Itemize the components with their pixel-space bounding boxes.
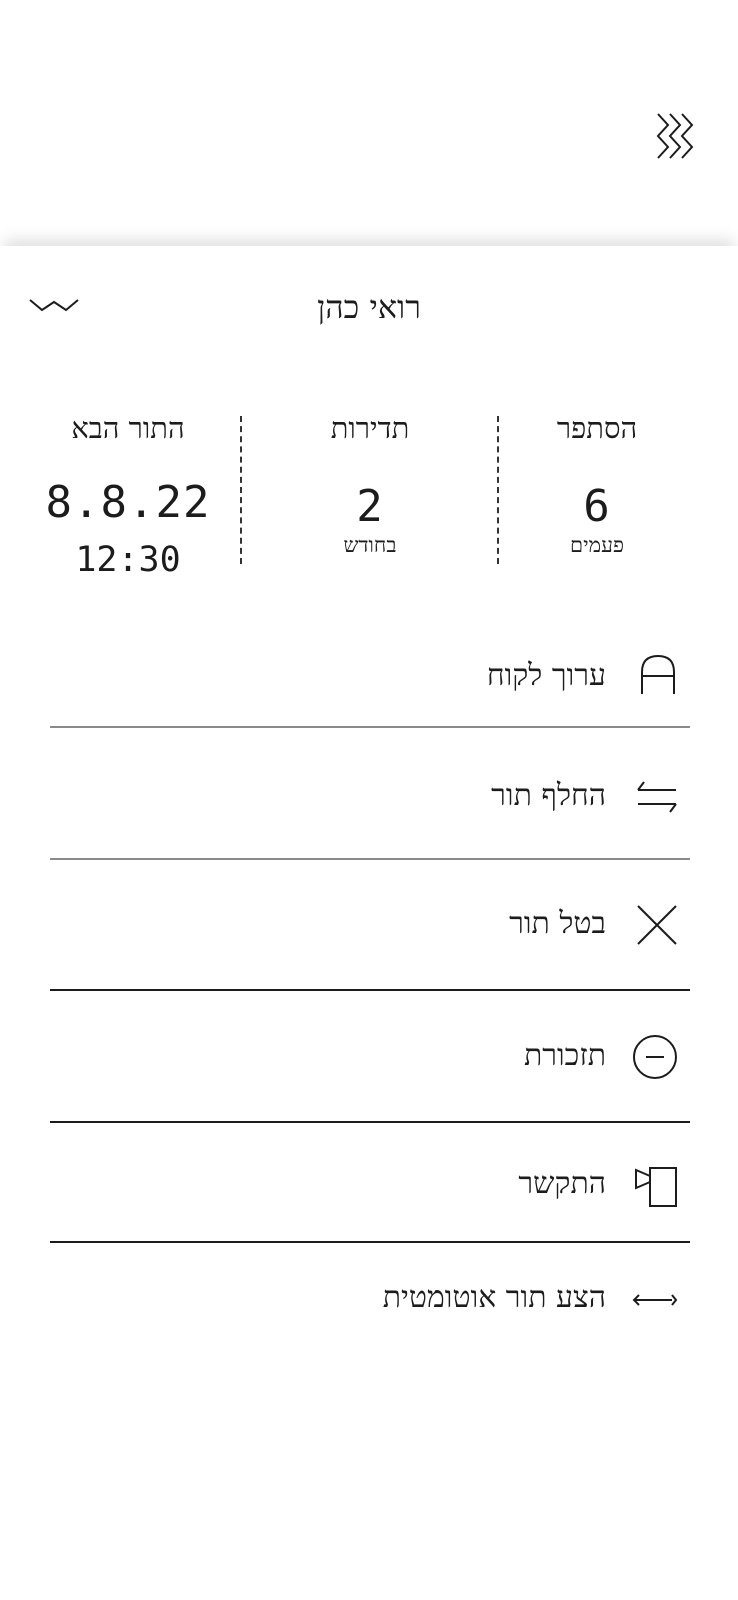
edit-customer-icon	[638, 652, 678, 700]
reminder-button[interactable]: תזכורת	[50, 1020, 690, 1100]
row-divider	[50, 1241, 690, 1243]
stat-frequency: תדירות 2 בחודש	[270, 408, 470, 558]
top-area	[0, 0, 738, 246]
menu-icon[interactable]	[650, 112, 702, 168]
reminder-icon	[632, 1034, 678, 1084]
stat-unit: בחודש	[343, 533, 397, 557]
row-divider	[50, 858, 690, 860]
action-label: החלף תור	[491, 778, 606, 813]
chevron-down-icon[interactable]	[28, 294, 82, 322]
stat-value: 6	[583, 481, 611, 532]
action-label: ערוך לקוח	[486, 658, 606, 693]
cancel-appointment-button[interactable]: בטל תור	[50, 890, 690, 970]
stat-divider	[497, 416, 499, 564]
stat-next-appointment[interactable]: התור הבא 8.8.22 12:30	[28, 408, 228, 582]
row-divider	[50, 726, 690, 728]
next-appointment-time: 12:30	[75, 540, 181, 580]
stat-haircuts: הסתפר 6 פעמים	[497, 408, 697, 558]
customer-name: רואי כהן	[317, 288, 421, 326]
auto-suggest-icon	[630, 1292, 678, 1312]
stat-unit: פעמים	[570, 533, 624, 557]
call-icon	[634, 1166, 678, 1212]
auto-suggest-button[interactable]: הצע תור אוטומטית	[50, 1270, 690, 1340]
action-label: בטל תור	[509, 906, 606, 941]
stat-title: תדירות	[330, 411, 410, 445]
action-label: תזכורת	[523, 1038, 606, 1073]
stat-title: הסתפר	[556, 411, 638, 445]
call-button[interactable]: התקשר	[50, 1150, 690, 1230]
close-icon	[636, 904, 678, 950]
stat-divider	[240, 416, 242, 564]
row-divider	[50, 1121, 690, 1123]
stat-title: התור הבא	[71, 411, 185, 445]
action-label: התקשר	[518, 1166, 606, 1201]
edit-customer-button[interactable]: ערוך לקוח	[50, 640, 690, 720]
action-label: הצע תור אוטומטית	[382, 1280, 606, 1315]
next-appointment-date: 8.8.22	[45, 477, 211, 528]
swap-appointment-button[interactable]: החלף תור	[50, 760, 690, 840]
row-divider	[50, 989, 690, 991]
swap-icon	[636, 780, 678, 818]
stat-value: 2	[356, 481, 384, 532]
